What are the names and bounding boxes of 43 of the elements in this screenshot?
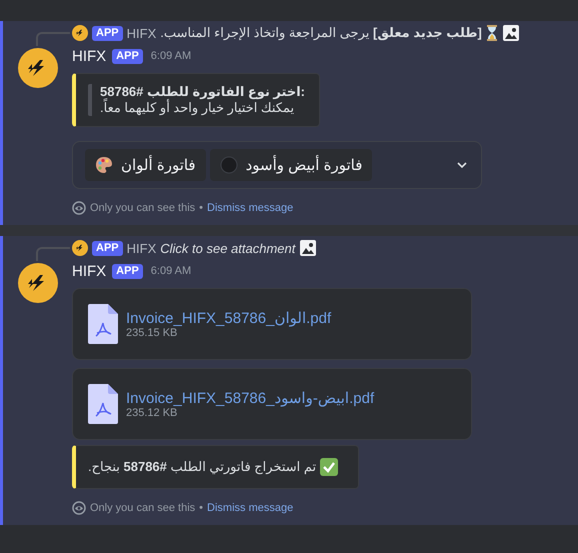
embed-title: اختر نوع الفاتورة للطلب #58786: (100, 84, 305, 100)
timestamp: 6:09 AM (150, 50, 192, 62)
app-badge: APP (92, 240, 123, 256)
file-size: 235.15 KB (126, 327, 178, 339)
visibility-note: Only you can see this (90, 202, 196, 214)
image-icon (299, 239, 318, 257)
app-badge: APP (92, 26, 123, 40)
image-icon (502, 24, 520, 42)
dismiss-link[interactable]: Dismiss message (207, 502, 294, 514)
file-size: 235.12 KB (126, 407, 178, 419)
avatar-icon (18, 48, 58, 88)
selected-option[interactable]: فاتورة أبيض وأسود (210, 149, 372, 181)
app-badge: APP (112, 48, 143, 64)
reply-author[interactable]: HIFX (126, 26, 156, 40)
check-icon (320, 458, 338, 476)
separator-dot: • (199, 502, 204, 514)
hourglass-icon (486, 24, 498, 42)
select-menu[interactable]: فاتورة أبيض وأسود فاتورة ألوان (72, 141, 482, 189)
eye-icon (72, 201, 86, 215)
pdf-file-icon (88, 304, 118, 344)
pdf-file-icon (88, 384, 118, 424)
dark-circle-icon (220, 156, 238, 174)
visibility-note: Only you can see this (90, 502, 196, 514)
avatar-icon (72, 25, 88, 41)
eye-icon (72, 501, 86, 515)
reply-connector (36, 247, 70, 261)
reply-preview[interactable]: Click to see attachment (160, 240, 296, 256)
timestamp: 6:09 AM (150, 265, 192, 277)
palette-icon (95, 156, 113, 174)
dismiss-link[interactable]: Dismiss message (207, 202, 294, 214)
author-name[interactable]: HIFX (72, 262, 106, 280)
author-name[interactable]: HIFX (72, 48, 106, 64)
file-link[interactable]: Invoice_HIFX_58786_الوان.pdf (126, 309, 332, 327)
reply-author[interactable]: HIFX (126, 240, 156, 256)
selected-option[interactable]: فاتورة ألوان (85, 149, 206, 181)
embed-description: يمكنك اختيار خيار واحد أو كليهما معاً. (100, 100, 294, 116)
reply-connector (36, 32, 70, 46)
app-badge: APP (112, 264, 143, 278)
avatar-icon (18, 263, 58, 303)
separator-dot: • (199, 202, 204, 214)
reply-preview[interactable]: [طلب جديد معلق] يرجى المراجعة واتخاذ الإجراء المناسب. (160, 25, 482, 41)
file-link[interactable]: Invoice_HIFX_58786_ابيض-واسود.pdf (126, 389, 374, 407)
avatar-icon (72, 240, 88, 256)
